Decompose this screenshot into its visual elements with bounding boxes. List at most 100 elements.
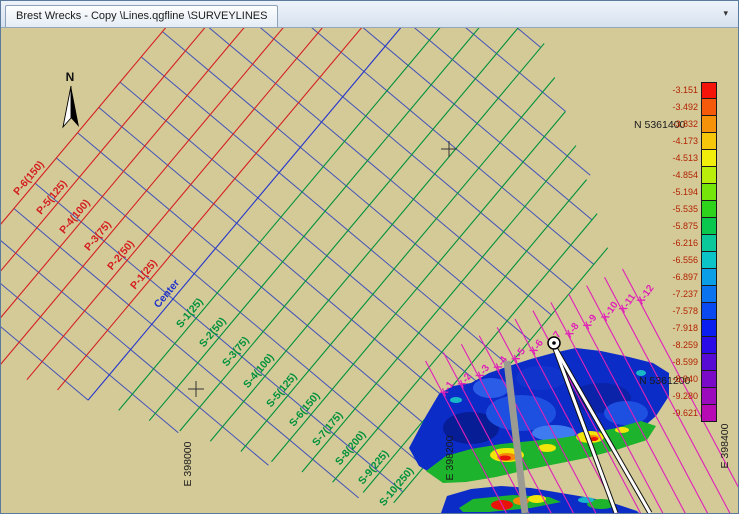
- tab-bar: Brest Wrecks - Copy \Lines.qgfline \SURV…: [1, 1, 738, 28]
- legend-color-swatch: [701, 370, 717, 388]
- tab-surveylines[interactable]: Brest Wrecks - Copy \Lines.qgfline \SURV…: [5, 5, 278, 27]
- legend-depth-value: -8.259: [659, 337, 701, 354]
- survey-line-label: S-8(200): [333, 429, 368, 468]
- legend-depth-value: -3.151: [659, 82, 701, 99]
- legend-color-swatch: [701, 285, 717, 303]
- easting-label: E 398200: [444, 435, 456, 480]
- legend-row: -9.280: [659, 388, 717, 405]
- legend-depth-value: -9.621: [659, 405, 701, 422]
- vessel-position-dot: [552, 341, 556, 345]
- survey-line-label: S-9(225): [356, 448, 391, 487]
- grid-cross-marker: [441, 141, 457, 157]
- legend-color-swatch: [701, 166, 717, 184]
- legend-color-swatch: [701, 404, 717, 422]
- survey-line-label: P-6(150): [11, 159, 46, 198]
- legend-row: -8.259: [659, 337, 717, 354]
- legend-color-swatch: [701, 200, 717, 218]
- legend-row: -7.918: [659, 320, 717, 337]
- cross-line-label: X-9: [582, 312, 600, 331]
- legend-color-swatch: [701, 217, 717, 235]
- legend-depth-value: -8.599: [659, 354, 701, 371]
- legend-row: -4.513: [659, 150, 717, 167]
- survey-line-label: S-4(100): [241, 352, 276, 391]
- depth-legend: -3.151-3.492-3.832-4.173-4.513-4.854-5.1…: [659, 82, 717, 422]
- legend-row: -7.237: [659, 286, 717, 303]
- bathymetry-patch: [486, 395, 556, 431]
- grid-cross-tick: [1, 234, 268, 465]
- legend-color-swatch: [701, 251, 717, 269]
- legend-depth-value: -8.940: [659, 371, 701, 388]
- grid-cross-marker: [188, 381, 204, 397]
- survey-line-s-2-50[interactable]: [149, 28, 523, 421]
- north-arrow-right-half: [71, 86, 79, 127]
- easting-label: E 398400: [719, 423, 731, 468]
- legend-depth-value: -5.194: [659, 184, 701, 201]
- legend-depth-value: -7.578: [659, 303, 701, 320]
- legend-row: -9.621: [659, 405, 717, 422]
- bathymetry-patch: [450, 397, 462, 403]
- legend-color-swatch: [701, 82, 717, 99]
- legend-row: -4.854: [659, 167, 717, 184]
- survey-line-label: S-7(175): [310, 409, 345, 448]
- legend-color-swatch: [701, 132, 717, 150]
- legend-row: -6.556: [659, 252, 717, 269]
- legend-row: -7.578: [659, 303, 717, 320]
- legend-color-swatch: [701, 115, 717, 133]
- map-canvas[interactable]: N 5361400N 5361200E 398000E 398200E 3984…: [1, 28, 738, 513]
- survey-line-s-1-25[interactable]: [119, 28, 513, 410]
- legend-color-swatch: [701, 387, 717, 405]
- legend-row: -4.173: [659, 133, 717, 150]
- bathymetry-hotspot: [578, 497, 594, 503]
- north-arrow: N: [63, 70, 79, 127]
- legend-depth-value: -6.216: [659, 235, 701, 252]
- legend-row: -5.535: [659, 201, 717, 218]
- legend-row: -3.492: [659, 99, 717, 116]
- cross-line-label: X-8: [564, 321, 582, 340]
- easting-label: E 398000: [182, 441, 194, 486]
- legend-depth-value: -5.875: [659, 218, 701, 235]
- bathymetry-coverage: [409, 348, 669, 513]
- legend-row: -5.875: [659, 218, 717, 235]
- legend-depth-value: -4.854: [659, 167, 701, 184]
- north-arrow-label: N: [66, 70, 75, 84]
- tab-label: Brest Wrecks - Copy \Lines.qgfline \SURV…: [16, 10, 267, 22]
- tab-overflow-dropdown-icon[interactable]: ▾: [718, 8, 733, 27]
- legend-row: -8.599: [659, 354, 717, 371]
- legend-depth-value: -6.556: [659, 252, 701, 269]
- legend-depth-value: -9.280: [659, 388, 701, 405]
- legend-depth-value: -3.492: [659, 99, 701, 116]
- legend-depth-value: -5.535: [659, 201, 701, 218]
- legend-depth-value: -7.918: [659, 320, 701, 337]
- grid-cross-tick: [269, 28, 591, 175]
- legend-row: -3.151: [659, 82, 717, 99]
- legend-depth-value: -4.173: [659, 133, 701, 150]
- legend-color-swatch: [701, 302, 717, 320]
- legend-color-swatch: [701, 234, 717, 252]
- legend-row: -6.216: [659, 235, 717, 252]
- legend-row: -5.194: [659, 184, 717, 201]
- legend-depth-value: -4.513: [659, 150, 701, 167]
- cross-line-label: X-12: [635, 283, 656, 307]
- survey-line-label: P-5(125): [34, 178, 69, 217]
- grid-cross-tick: [205, 28, 573, 290]
- app-window: Brest Wrecks - Copy \Lines.qgfline \SURV…: [0, 0, 739, 514]
- legend-color-swatch: [701, 268, 717, 286]
- legend-color-swatch: [701, 319, 717, 337]
- legend-color-swatch: [701, 98, 717, 116]
- survey-line-label: S-6(150): [287, 390, 322, 429]
- legend-depth-value: -7.237: [659, 286, 701, 303]
- legend-color-swatch: [701, 183, 717, 201]
- legend-color-swatch: [701, 149, 717, 167]
- legend-row: -8.940: [659, 371, 717, 388]
- survey-line-label: S-5(125): [264, 371, 299, 410]
- legend-color-swatch: [701, 336, 717, 354]
- grid-cross-tick: [290, 28, 566, 111]
- north-arrow-left-half: [63, 86, 71, 127]
- legend-depth-value: -6.897: [659, 269, 701, 286]
- legend-color-swatch: [701, 353, 717, 371]
- legend-depth-value: -3.832: [659, 116, 701, 133]
- survey-line-p-2-50[interactable]: [27, 28, 481, 380]
- grid-cross-tick: [184, 28, 552, 315]
- cross-line-label: X-11: [617, 292, 638, 316]
- survey-line-label: P-4(100): [57, 197, 92, 236]
